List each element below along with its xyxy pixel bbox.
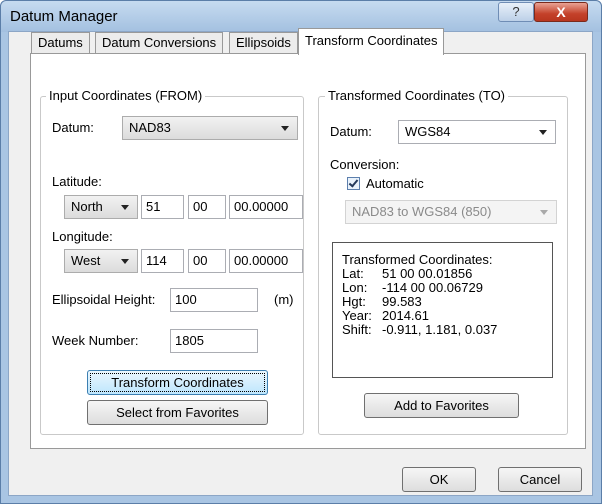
chevron-down-icon [121,259,129,264]
result-key: Shift: [342,322,372,337]
latitude-degrees-input[interactable]: 51 [141,195,184,219]
close-button[interactable]: X [534,2,588,22]
input-datum-select[interactable]: NAD83 [122,116,298,140]
ellipsoidal-height-input[interactable]: 100 [170,288,258,312]
window-title: Datum Manager [10,8,118,25]
latitude-label: Latitude: [52,174,102,189]
chevron-down-icon [281,126,289,131]
output-datum-label: Datum: [330,124,372,139]
conversion-value: NAD83 to WGS84 (850) [352,204,492,219]
cancel-button[interactable]: Cancel [498,467,582,492]
results-title: Transformed Coordinates: [342,252,493,267]
close-icon: X [556,4,566,20]
longitude-minutes-input[interactable]: 00 [188,249,226,273]
automatic-checkbox[interactable] [347,177,360,190]
latitude-minutes-input[interactable]: 00 [188,195,226,219]
add-to-favorites-button[interactable]: Add to Favorites [364,393,519,418]
result-lon-value: -114 00 00.06729 [382,280,483,295]
week-number-label: Week Number: [52,333,139,348]
latitude-hemisphere-value: North [71,199,103,214]
latitude-hemisphere-select[interactable]: North [64,195,138,219]
result-shift-value: -0.911, 1.181, 0.037 [382,322,498,337]
longitude-seconds-input[interactable]: 00.00000 [229,249,303,273]
transform-coordinates-button[interactable]: Transform Coordinates [87,370,268,395]
tab-datum-conversions[interactable]: Datum Conversions [95,32,224,54]
result-year-value: 2014.61 [382,308,429,323]
longitude-hemisphere-select[interactable]: West [64,249,138,273]
help-icon: ? [512,4,520,19]
result-lat-value: 51 00 00.01856 [382,266,473,281]
output-datum-value: WGS84 [405,124,451,139]
conversion-select: NAD83 to WGS84 (850) [345,200,557,224]
input-datum-label: Datum: [52,120,94,135]
result-key: Year: [342,308,372,323]
week-number-input[interactable]: 1805 [170,329,258,353]
result-key: Lat: [342,266,364,281]
input-group-title: Input Coordinates (FROM) [46,88,206,103]
checkmark-icon [348,177,359,188]
input-datum-value: NAD83 [129,120,171,135]
longitude-hemisphere-value: West [71,253,101,268]
output-group-title: Transformed Coordinates (TO) [325,88,509,103]
output-datum-select[interactable]: WGS84 [398,120,556,144]
help-button[interactable]: ? [498,2,534,22]
chevron-down-icon [121,205,129,210]
tab-transform-coordinates[interactable]: Transform Coordinates [298,28,445,55]
automatic-label: Automatic [366,176,424,191]
longitude-label: Longitude: [52,229,113,244]
latitude-seconds-input[interactable]: 00.00000 [229,195,303,219]
height-unit-label: (m) [274,292,294,307]
result-key: Lon: [342,280,368,295]
tab-ellipsoids[interactable]: Ellipsoids [229,32,298,54]
ellipsoidal-height-label: Ellipsoidal Height: [52,292,156,307]
longitude-degrees-input[interactable]: 114 [141,249,184,273]
select-from-favorites-button[interactable]: Select from Favorites [87,400,268,425]
result-hgt-value: 99.583 [382,294,422,309]
conversion-label: Conversion: [330,157,400,172]
ok-button[interactable]: OK [402,467,476,492]
result-key: Hgt: [342,294,366,309]
results-panel: Transformed Coordinates: Lat: 51 00 00.0… [332,242,553,378]
tab-datums[interactable]: Datums [31,32,90,54]
focus-ring [90,373,265,392]
chevron-down-icon [540,210,548,215]
chevron-down-icon [539,130,547,135]
